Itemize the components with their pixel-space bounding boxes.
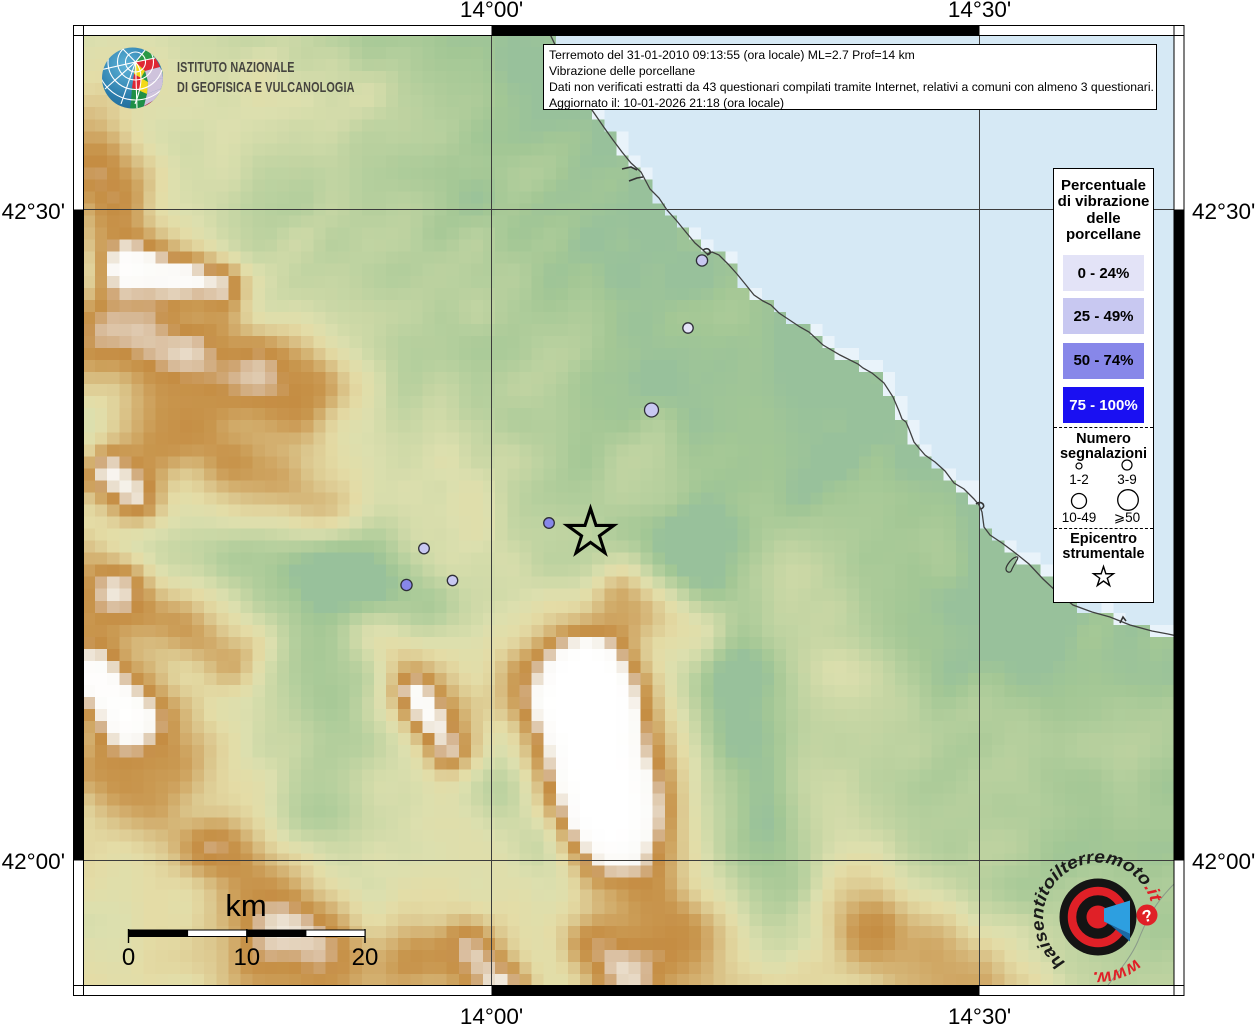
axis-label-bottom-lon1: 14°00'	[432, 1004, 552, 1024]
map-frame	[0, 0, 1256, 1024]
map-page: km 0 10 20	[0, 0, 1256, 1024]
axis-label-right-lat2: 42°00'	[1192, 849, 1255, 875]
axis-label-top-lon1: 14°00'	[432, 0, 552, 23]
axis-label-right-lat1: 42°30'	[1192, 199, 1255, 225]
frame-bands	[74, 26, 1185, 996]
axis-label-left-lat1: 42°30'	[0, 199, 65, 225]
axis-label-left-lat2: 42°00'	[0, 849, 65, 875]
axis-label-bottom-lon2: 14°30'	[920, 1004, 1040, 1024]
axis-label-top-lon2: 14°30'	[920, 0, 1040, 23]
